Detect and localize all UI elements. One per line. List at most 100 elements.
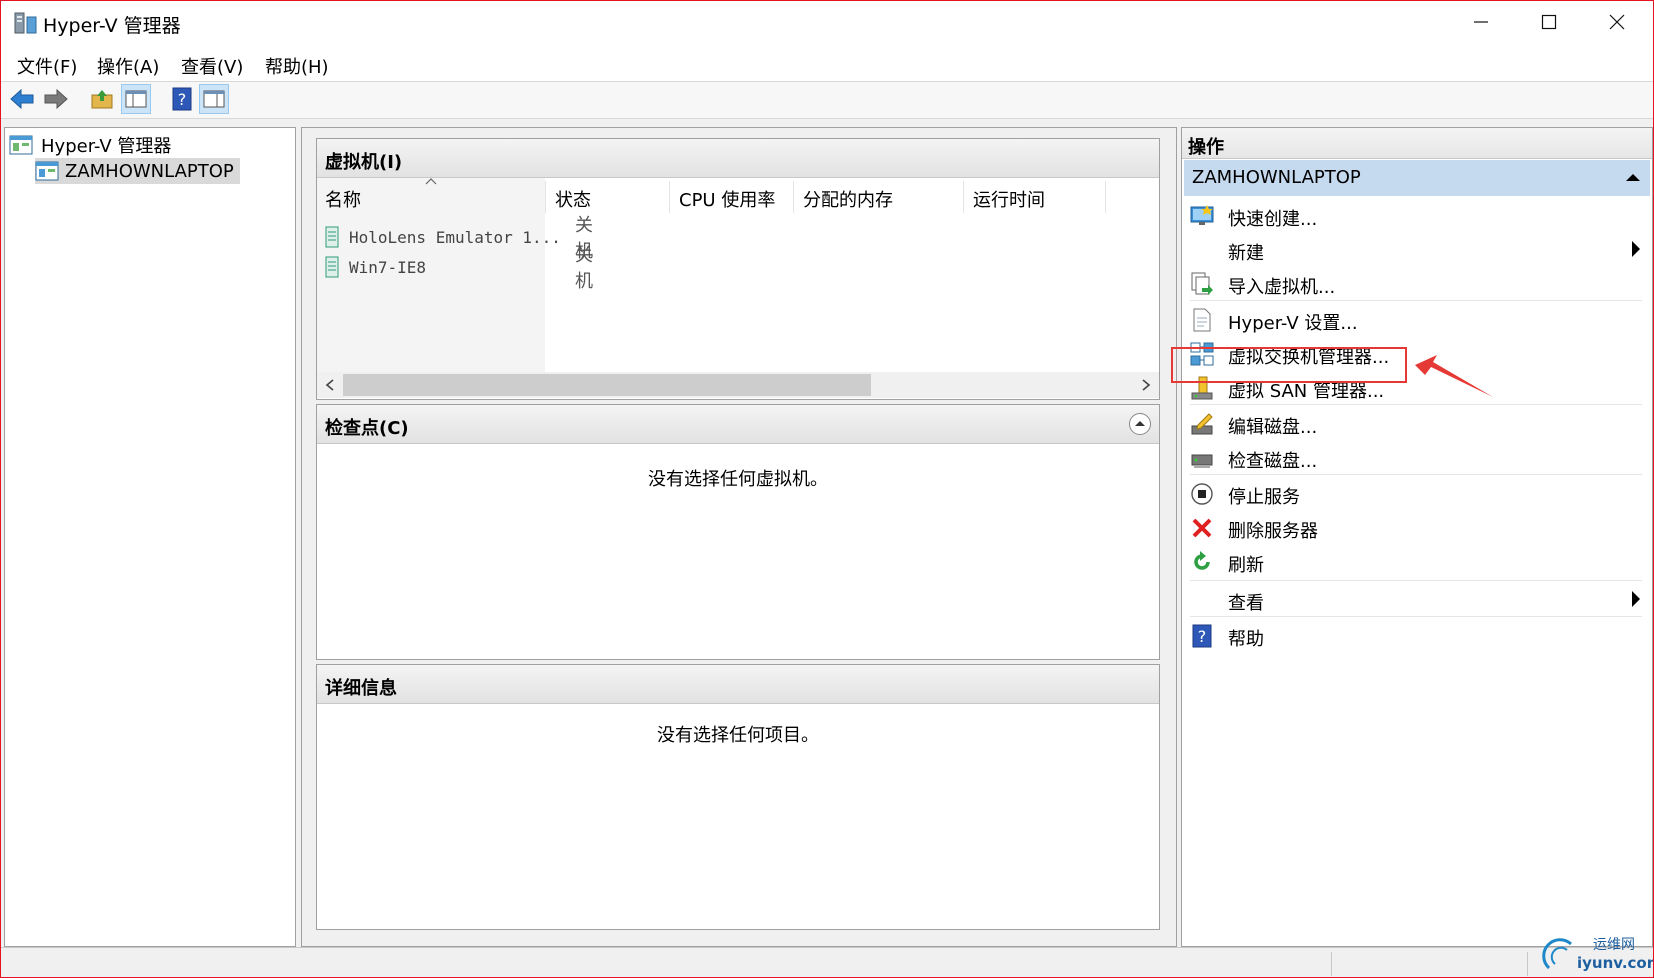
action-new[interactable]: 新建 bbox=[1182, 232, 1652, 268]
checkpoint-panel-header: 检查点(C) bbox=[317, 405, 1159, 444]
action-label: 导入虚拟机... bbox=[1228, 277, 1336, 298]
action-label: 快速创建... bbox=[1228, 209, 1318, 230]
collapse-up-icon[interactable] bbox=[1626, 173, 1640, 182]
sort-ascending-icon bbox=[425, 178, 437, 185]
tree-item-server[interactable]: ZAMHOWNLAPTOP bbox=[35, 158, 240, 184]
up-folder-button[interactable] bbox=[87, 84, 117, 114]
scroll-left-icon[interactable] bbox=[325, 379, 335, 391]
collapse-panel-icon[interactable] bbox=[1128, 412, 1152, 436]
console-tree: Hyper-V 管理器 ZAMHOWNLAPTOP bbox=[4, 127, 296, 947]
horizontal-scrollbar[interactable] bbox=[317, 372, 1159, 398]
checkpoint-panel-title: 检查点(C) bbox=[325, 418, 409, 439]
vm-panel: 虚拟机(I) 名称 状态 CPU 使用率 分配的内存 运行时间 HoloLens… bbox=[316, 138, 1160, 400]
submenu-arrow-icon bbox=[1632, 591, 1640, 607]
column-divider[interactable] bbox=[963, 181, 964, 213]
action-edit-disk[interactable]: 编辑磁盘... bbox=[1182, 406, 1652, 442]
action-separator bbox=[1190, 616, 1642, 617]
forward-button[interactable] bbox=[41, 84, 71, 114]
menu-file[interactable]: 文件(F) bbox=[17, 53, 77, 79]
menu-view[interactable]: 查看(V) bbox=[181, 53, 243, 79]
action-help[interactable]: ? 帮助 bbox=[1182, 618, 1652, 654]
action-view[interactable]: 查看 bbox=[1182, 582, 1652, 618]
annotation-arrow-icon bbox=[1415, 355, 1493, 397]
action-quick-create[interactable]: 快速创建... bbox=[1182, 198, 1652, 234]
action-label: 查看 bbox=[1228, 593, 1264, 614]
action-label: 帮助 bbox=[1228, 629, 1264, 650]
action-separator bbox=[1190, 580, 1642, 581]
hyperv-app-icon bbox=[14, 12, 37, 34]
title-bar: Hyper-V 管理器 bbox=[1, 1, 1653, 45]
forward-arrow-icon bbox=[44, 88, 68, 110]
hyperv-manager-icon bbox=[9, 135, 33, 155]
help-icon: ? bbox=[172, 87, 192, 111]
action-inspect-disk[interactable]: 检查磁盘... bbox=[1182, 440, 1652, 476]
vm-name: HoloLens Emulator 1... bbox=[349, 227, 561, 247]
action-separator bbox=[1190, 404, 1642, 405]
refresh-icon bbox=[1190, 550, 1214, 574]
close-button[interactable] bbox=[1583, 1, 1651, 43]
show-hide-action-pane-button[interactable] bbox=[199, 84, 229, 114]
action-import-vm[interactable]: 导入虚拟机... bbox=[1182, 266, 1652, 302]
delete-icon bbox=[1190, 516, 1214, 540]
action-label: 编辑磁盘... bbox=[1228, 417, 1318, 438]
hyperv-window: Hyper-V 管理器 文件(F) 操作(A) 查看(V) 帮助(H) ? Hy… bbox=[0, 0, 1654, 978]
maximize-icon bbox=[1541, 14, 1557, 30]
show-hide-tree-button[interactable] bbox=[121, 84, 151, 114]
vm-icon bbox=[325, 256, 339, 278]
help-button[interactable]: ? bbox=[167, 84, 197, 114]
column-header-name[interactable]: 名称 bbox=[325, 186, 361, 212]
back-button[interactable] bbox=[7, 84, 37, 114]
column-divider[interactable] bbox=[793, 181, 794, 213]
action-delete-server[interactable]: 删除服务器 bbox=[1182, 510, 1652, 546]
tree-root-label: Hyper-V 管理器 bbox=[41, 136, 172, 157]
menu-action[interactable]: 操作(A) bbox=[97, 53, 159, 79]
column-divider[interactable] bbox=[1105, 181, 1106, 213]
details-panel-header: 详细信息 bbox=[317, 665, 1159, 704]
column-header-memory[interactable]: 分配的内存 bbox=[803, 186, 893, 212]
menu-bar: 文件(F) 操作(A) 查看(V) 帮助(H) bbox=[1, 45, 1653, 81]
maximize-button[interactable] bbox=[1515, 1, 1583, 43]
checkpoint-empty-message: 没有选择任何虚拟机。 bbox=[648, 469, 828, 490]
stop-service-icon bbox=[1190, 482, 1214, 506]
up-folder-icon bbox=[91, 90, 113, 109]
action-label: Hyper-V 设置... bbox=[1228, 313, 1358, 334]
minimize-icon bbox=[1474, 21, 1488, 23]
vm-icon bbox=[325, 226, 339, 248]
actions-pane: 操作 ZAMHOWNLAPTOP 快速创建... 新建 导入虚拟机... Hyp… bbox=[1181, 127, 1653, 947]
column-header-state[interactable]: 状态 bbox=[555, 186, 591, 212]
column-header-cpu[interactable]: CPU 使用率 bbox=[679, 186, 775, 212]
column-divider[interactable] bbox=[669, 181, 670, 213]
actions-header: 操作 bbox=[1182, 128, 1652, 159]
action-label: 删除服务器 bbox=[1228, 521, 1318, 542]
window-title: Hyper-V 管理器 bbox=[43, 15, 181, 37]
show-hide-action-pane-icon bbox=[203, 90, 225, 108]
tree-item-hyperv-manager[interactable]: Hyper-V 管理器 bbox=[9, 132, 171, 158]
close-icon bbox=[1609, 14, 1625, 30]
action-label: 检查磁盘... bbox=[1228, 451, 1318, 472]
actions-group-header[interactable]: ZAMHOWNLAPTOP bbox=[1184, 160, 1650, 196]
status-bar: 运维网 iyunv.com bbox=[1, 937, 1654, 977]
menu-help[interactable]: 帮助(H) bbox=[265, 53, 329, 79]
help-icon: ? bbox=[1190, 624, 1214, 648]
scroll-right-icon[interactable] bbox=[1141, 379, 1151, 391]
back-arrow-icon bbox=[10, 88, 34, 110]
action-hyperv-settings[interactable]: Hyper-V 设置... bbox=[1182, 302, 1652, 338]
vm-name: Win7-IE8 bbox=[349, 257, 427, 277]
details-panel-title: 详细信息 bbox=[325, 678, 397, 699]
quick-create-icon bbox=[1190, 204, 1214, 228]
table-row[interactable]: Win7-IE8 关机 bbox=[325, 245, 593, 292]
action-refresh[interactable]: 刷新 bbox=[1182, 544, 1652, 580]
watermark-line2: iyunv.com bbox=[1577, 954, 1654, 972]
column-divider[interactable] bbox=[545, 181, 546, 213]
svg-text:?: ? bbox=[178, 90, 187, 109]
table-row[interactable]: HoloLens Emulator 1... 关机 bbox=[325, 215, 593, 262]
action-label: 新建 bbox=[1228, 243, 1264, 264]
minimize-button[interactable] bbox=[1447, 1, 1515, 43]
vm-panel-title: 虚拟机(I) bbox=[325, 152, 403, 173]
action-stop-service[interactable]: 停止服务 bbox=[1182, 476, 1652, 512]
server-icon bbox=[35, 161, 59, 181]
action-label: 停止服务 bbox=[1228, 487, 1300, 508]
scrollbar-thumb[interactable] bbox=[343, 374, 871, 396]
column-header-uptime[interactable]: 运行时间 bbox=[973, 186, 1045, 212]
toolbar: ? bbox=[1, 81, 1653, 119]
